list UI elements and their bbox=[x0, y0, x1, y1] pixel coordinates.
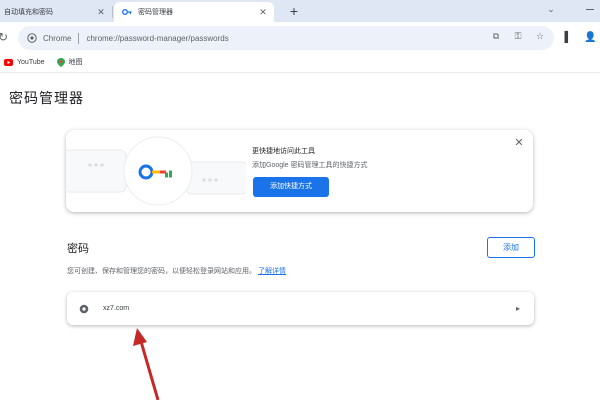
password-list: xz7.com ▸ bbox=[67, 292, 534, 325]
toolbar-divider bbox=[0, 72, 600, 73]
bookmarks-bar: YouTube 地图 bbox=[0, 52, 600, 72]
key-icon bbox=[122, 7, 132, 17]
promo-description: 添加Google 密码管理工具的快捷方式 bbox=[252, 162, 368, 169]
omnibox-actions: ⧉ ⚿ ☆ bbox=[490, 31, 546, 42]
globe-icon bbox=[79, 303, 91, 315]
password-key-icon[interactable]: ⚿ bbox=[512, 31, 524, 42]
passwords-description: 您可创建、保存和管理您的密码，以便轻松登录网站和应用。 了解详情 bbox=[67, 266, 286, 276]
reload-icon[interactable]: ↻ bbox=[0, 30, 8, 44]
site-name: xz7.com bbox=[103, 305, 130, 312]
bookmark-star-icon[interactable]: ☆ bbox=[534, 31, 546, 42]
new-tab-button[interactable]: + bbox=[285, 3, 303, 20]
tab-password-manager[interactable]: 密码管理器 ✕ bbox=[114, 2, 274, 22]
promo-illustration bbox=[66, 136, 246, 206]
tab-search-icon[interactable]: ⌄ bbox=[544, 2, 558, 16]
toolbar: ↻ Chrome chrome://password-manager/passw… bbox=[0, 22, 600, 52]
chrome-icon[interactable] bbox=[26, 32, 38, 44]
tab-label: 密码管理器 bbox=[138, 9, 173, 16]
side-panel-icon[interactable]: ▌ bbox=[562, 32, 574, 43]
description-text: 您可创建、保存和管理您的密码，以便轻松登录网站和应用。 bbox=[67, 268, 256, 275]
tab-strip: 自动填充和密码 ✕ 密码管理器 ✕ + ⌄ bbox=[0, 0, 600, 22]
add-password-button[interactable]: 添加 bbox=[487, 237, 535, 258]
shortcut-promo-card: 更快捷地访问此工具 添加Google 密码管理工具的快捷方式 添加快捷方式 ✕ bbox=[66, 130, 533, 212]
toolbar-right: ▌ 👤 bbox=[562, 32, 596, 43]
bookmark-label: 地图 bbox=[68, 59, 83, 66]
passwords-section-title: 密码 bbox=[67, 243, 89, 255]
maps-icon bbox=[56, 57, 65, 67]
profile-icon[interactable]: 👤 bbox=[584, 32, 596, 43]
address-bar[interactable]: Chrome chrome://password-manager/passwor… bbox=[18, 26, 554, 50]
page-title: 密码管理器 bbox=[9, 90, 84, 106]
add-shortcut-button[interactable]: 添加快捷方式 bbox=[253, 177, 329, 197]
url-text[interactable]: chrome://password-manager/passwords bbox=[86, 34, 228, 43]
tab-label: 自动填充和密码 bbox=[4, 9, 53, 16]
cast-icon[interactable]: ⧉ bbox=[490, 31, 502, 42]
list-item[interactable]: xz7.com ▸ bbox=[67, 292, 534, 325]
omnibox-divider bbox=[78, 32, 80, 44]
tab-autofill-passwords[interactable]: 自动填充和密码 ✕ bbox=[0, 2, 112, 22]
bookmark-youtube[interactable]: YouTube bbox=[4, 58, 45, 66]
promo-title: 更快捷地访问此工具 bbox=[252, 148, 315, 155]
tab-separator bbox=[112, 6, 113, 18]
bookmark-maps[interactable]: 地图 bbox=[56, 57, 83, 67]
minimize-icon[interactable] bbox=[586, 9, 594, 10]
chevron-right-icon: ▸ bbox=[515, 304, 520, 313]
youtube-icon bbox=[4, 58, 13, 66]
close-tab-icon[interactable]: ✕ bbox=[95, 7, 107, 18]
learn-more-link[interactable]: 了解详情 bbox=[258, 268, 286, 275]
close-icon[interactable]: ✕ bbox=[513, 136, 525, 149]
close-tab-icon[interactable]: ✕ bbox=[257, 7, 269, 18]
bookmark-label: YouTube bbox=[17, 58, 45, 66]
scheme-label: Chrome bbox=[43, 33, 72, 43]
